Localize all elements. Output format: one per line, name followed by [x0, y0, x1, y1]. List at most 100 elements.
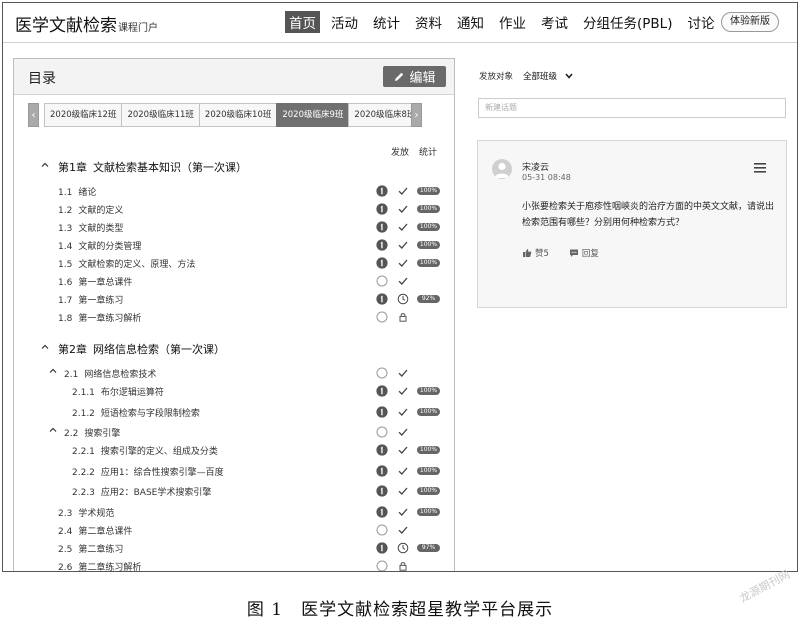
course-brand[interactable]: 医学文献检索课程门户 [15, 11, 158, 36]
catalog-row-title: 第一章练习解析 [78, 314, 142, 324]
catalog-row[interactable]: 2.2.1 搜索引擎的定义、组成及分类 100% [14, 442, 454, 460]
published-icon[interactable] [376, 444, 388, 456]
catalog-row[interactable]: 1.3 文献的类型 100% [14, 219, 454, 237]
published-icon[interactable] [376, 239, 388, 251]
check-icon[interactable] [397, 257, 409, 269]
lock-icon[interactable] [397, 560, 409, 572]
published-icon[interactable] [376, 541, 388, 554]
catalog-row[interactable]: 2.4 第二章总课件 [14, 522, 454, 540]
check-icon[interactable] [397, 426, 409, 438]
catalog-row[interactable]: 1.6 第一章总课件 [14, 273, 454, 291]
unpublished-icon[interactable] [376, 524, 388, 536]
catalog-row[interactable]: 1.1 绪论 100% [14, 183, 454, 201]
collapse-caret-icon[interactable] [40, 160, 50, 170]
catalog-panel: 目录 编辑 ‹ 2020级临床12班 2020级临床11班 2020级临床10班 20… [13, 58, 455, 572]
catalog-row[interactable]: 2.1 网络信息检索技术 [14, 365, 454, 383]
check-icon[interactable] [397, 221, 409, 233]
unpublished-icon[interactable] [376, 275, 388, 287]
clock-icon[interactable] [397, 542, 409, 554]
reply-button[interactable]: 回复 [569, 247, 599, 259]
check-icon[interactable] [397, 275, 409, 287]
published-icon[interactable] [376, 464, 388, 477]
nav-item-1[interactable]: 活动 [327, 11, 362, 33]
class-tab-3[interactable]: 2020级临床9班 [276, 103, 350, 127]
catalog-row-label: 1.3 文献的类型 [58, 221, 123, 234]
published-icon[interactable] [376, 203, 388, 215]
published-icon[interactable] [376, 405, 388, 418]
catalog-row[interactable]: 1.7 第一章练习 92% [14, 291, 454, 309]
nav-item-5[interactable]: 作业 [495, 11, 530, 33]
published-icon[interactable] [376, 185, 388, 197]
published-icon[interactable] [376, 293, 388, 305]
chapter-row[interactable]: 第1章 文献检索基本知识（第一次课） [14, 159, 454, 177]
catalog-row-title: 文献检索的定义、原理、方法 [78, 260, 196, 270]
edit-button-label: 编辑 [409, 71, 436, 86]
class-tab-2[interactable]: 2020级临床10班 [198, 103, 278, 127]
check-icon[interactable] [397, 385, 409, 397]
catalog-row[interactable]: 2.2.2 应用1：综合性搜索引擎—百度 100% [14, 463, 454, 481]
catalog-row[interactable]: 2.3 学术规范 100% [14, 504, 454, 522]
collapse-caret-icon[interactable] [48, 366, 58, 376]
check-icon[interactable] [397, 367, 409, 379]
course-title: 医学文献检索 [15, 16, 117, 36]
post-author[interactable]: 宋凌云 [522, 160, 549, 173]
check-icon[interactable] [397, 485, 409, 497]
check-icon[interactable] [397, 185, 409, 197]
published-icon[interactable] [376, 505, 388, 518]
clock-icon[interactable] [397, 293, 409, 305]
nav-item-8[interactable]: 讨论 [683, 11, 718, 33]
collapse-caret-icon[interactable] [48, 425, 58, 435]
nav-item-4[interactable]: 通知 [453, 11, 488, 33]
catalog-row-title: 学术规范 [78, 508, 115, 519]
class-tab-1[interactable]: 2020级临床11班 [121, 103, 200, 127]
chapter-row[interactable]: 第2章 网络信息检索（第一次课） [14, 341, 454, 359]
check-icon[interactable] [397, 506, 409, 518]
published-icon[interactable] [376, 485, 388, 497]
catalog-row[interactable]: 2.1.1 布尔逻辑运算符 100% [14, 383, 454, 401]
tabs-prev-button[interactable]: ‹ [28, 103, 39, 127]
check-icon[interactable] [397, 239, 409, 251]
catalog-row[interactable]: 2.2.3 应用2：BASE学术搜索引擎 100% [14, 483, 454, 501]
catalog-row[interactable]: 1.8 第一章练习解析 [14, 309, 454, 327]
catalog-row-number: 2.2.2 [72, 467, 95, 478]
new-topic-input[interactable]: 新建话题 [478, 98, 786, 118]
target-select[interactable]: 全部班级 [523, 70, 573, 82]
check-icon[interactable] [397, 465, 409, 477]
catalog-row[interactable]: 1.2 文献的定义 100% [14, 201, 454, 219]
check-icon[interactable] [397, 524, 409, 536]
nav-item-0[interactable]: 首页 [285, 11, 320, 33]
nav-item-3[interactable]: 资料 [411, 11, 446, 33]
avatar[interactable] [492, 159, 512, 179]
check-icon[interactable] [397, 406, 409, 418]
catalog-row[interactable]: 2.2 搜索引擎 [14, 424, 454, 442]
collapse-caret-icon[interactable] [40, 342, 50, 352]
user-icon [495, 162, 509, 178]
published-icon[interactable] [376, 221, 388, 233]
catalog-row[interactable]: 2.6 第二章练习解析 [14, 558, 454, 572]
unpublished-icon[interactable] [376, 560, 388, 572]
trial-new-version-button[interactable]: 体验新版 [721, 12, 779, 32]
progress-badge: 100% [417, 446, 440, 454]
nav-item-6[interactable]: 考试 [537, 11, 572, 33]
unpublished-icon[interactable] [376, 426, 388, 438]
catalog-row[interactable]: 2.1.2 短语检索与字段限制检索 100% [14, 404, 454, 422]
nav-item-7[interactable]: 分组任务(PBL) [579, 11, 676, 33]
catalog-row[interactable]: 1.4 文献的分类管理 100% [14, 237, 454, 255]
nav-item-2[interactable]: 统计 [369, 11, 404, 33]
unpublished-icon[interactable] [376, 367, 388, 379]
published-icon[interactable] [376, 385, 388, 397]
menu-icon[interactable] [754, 163, 766, 173]
edit-button[interactable]: 编辑 [383, 66, 446, 87]
lock-icon[interactable] [397, 311, 409, 323]
tabs-next-button[interactable]: › [411, 103, 422, 127]
published-icon[interactable] [376, 257, 388, 269]
unpublished-icon[interactable] [376, 311, 388, 323]
stats-column-header: 统计 [419, 148, 438, 158]
catalog-row[interactable]: 1.5 文献检索的定义、原理、方法 100% [14, 255, 454, 273]
catalog-row[interactable]: 2.5 第二章练习 97% [14, 540, 454, 558]
check-icon[interactable] [397, 444, 409, 456]
class-tab-0[interactable]: 2020级临床12班 [44, 103, 123, 127]
catalog-row-number: 第1章 [58, 161, 87, 174]
check-icon[interactable] [397, 203, 409, 215]
like-button[interactable]: 赞5 [522, 247, 549, 259]
